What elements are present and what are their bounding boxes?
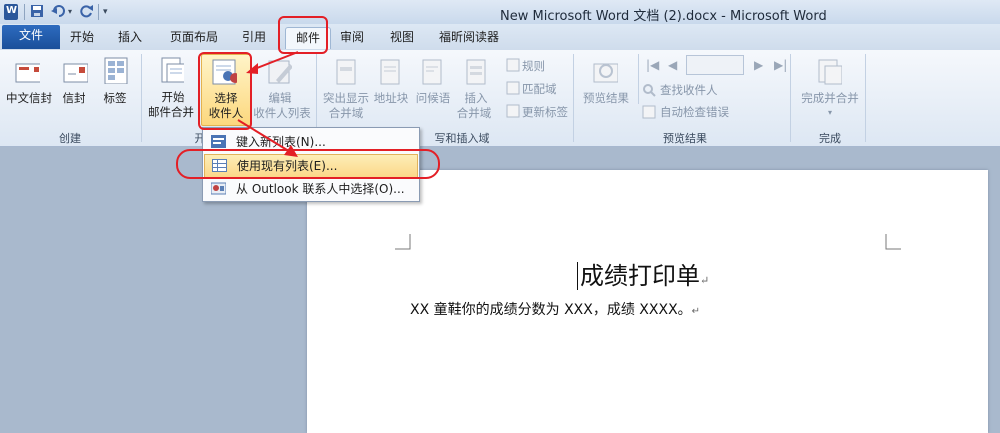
baidu-watermark: Bai 经验 jingyan.baidu.com (766, 330, 926, 391)
watermark-brand: Bai (766, 334, 830, 374)
baidu-paw-icon (832, 339, 859, 367)
watermark-brand-cn: 经验 (863, 338, 926, 373)
watermark-url: jingyan.baidu.com (766, 372, 914, 391)
